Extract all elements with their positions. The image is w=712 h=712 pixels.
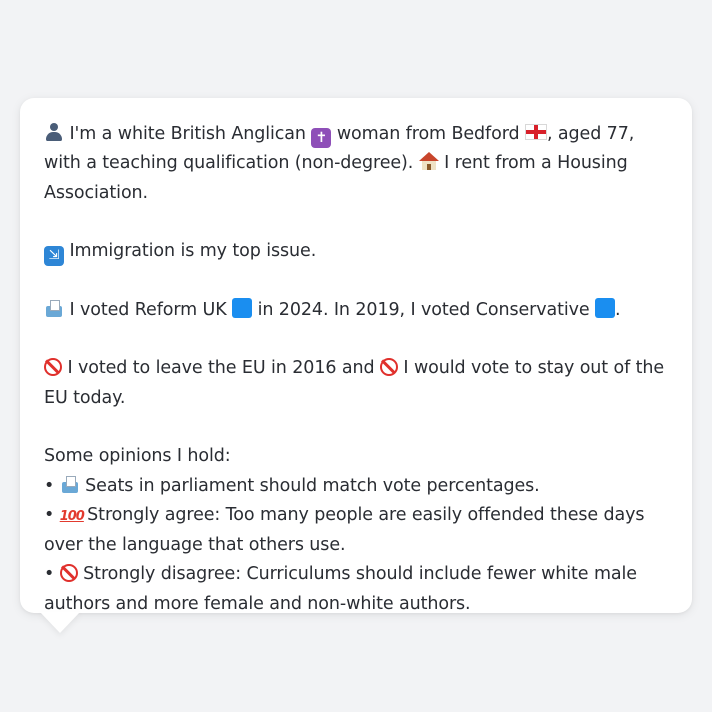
intro-text-1: I'm a white British Anglican	[69, 124, 306, 144]
ballot-box-icon	[60, 474, 80, 494]
intro-text-2: woman from Bedford	[336, 124, 520, 144]
eu-stance: I voted to leave the EU in 2016 and I wo…	[44, 354, 668, 413]
ballot-box-icon	[44, 298, 64, 318]
voting-history: I voted Reform UK in 2024. In 2019, I vo…	[44, 296, 668, 325]
person-icon	[44, 122, 64, 142]
hundred-points-icon: 100	[59, 508, 85, 524]
bubble-tail	[40, 612, 80, 633]
top-issue: ⇲ Immigration is my top issue.	[44, 237, 668, 267]
bullet: •	[44, 475, 55, 496]
eu-text-1: I voted to leave the EU in 2016 and	[67, 358, 375, 379]
latin-cross-icon: ✝	[311, 128, 332, 148]
opinion-item: • Seats in parliament should match vote …	[44, 472, 668, 501]
passport-control-icon: ⇲	[44, 246, 64, 267]
opinion-text: Strongly agree: Too many people are easi…	[44, 504, 645, 556]
message-bubble: I'm a white British Anglican ✝ woman fro…	[20, 98, 692, 614]
opinion-text: Strongly disagree: Curriculums should in…	[44, 564, 637, 614]
no-entry-icon	[59, 564, 78, 583]
blue-square-icon	[232, 297, 253, 318]
profile-intro: I'm a white British Anglican ✝ woman fro…	[44, 120, 668, 208]
opinion-text: Seats in parliament should match vote pe…	[85, 475, 540, 496]
vote-text-2: in 2024. In 2019, I voted Conservative	[257, 299, 590, 320]
no-entry-icon	[44, 358, 62, 377]
opinions-heading: Some opinions I hold:	[44, 446, 231, 467]
vote-text-3: .	[615, 299, 621, 320]
bullet: •	[44, 504, 55, 525]
bullet: •	[44, 564, 55, 585]
no-entry-icon	[379, 358, 398, 377]
top-issue-text: Immigration is my top issue.	[69, 241, 317, 262]
blue-square-icon	[595, 297, 616, 318]
vote-text-1: I voted Reform UK	[69, 299, 227, 320]
opinion-item: • 100 Strongly agree: Too many people ar…	[44, 501, 668, 561]
opinion-item: • Strongly disagree: Curriculums should …	[44, 560, 668, 619]
england-flag-icon	[524, 124, 547, 140]
house-icon	[418, 151, 439, 171]
